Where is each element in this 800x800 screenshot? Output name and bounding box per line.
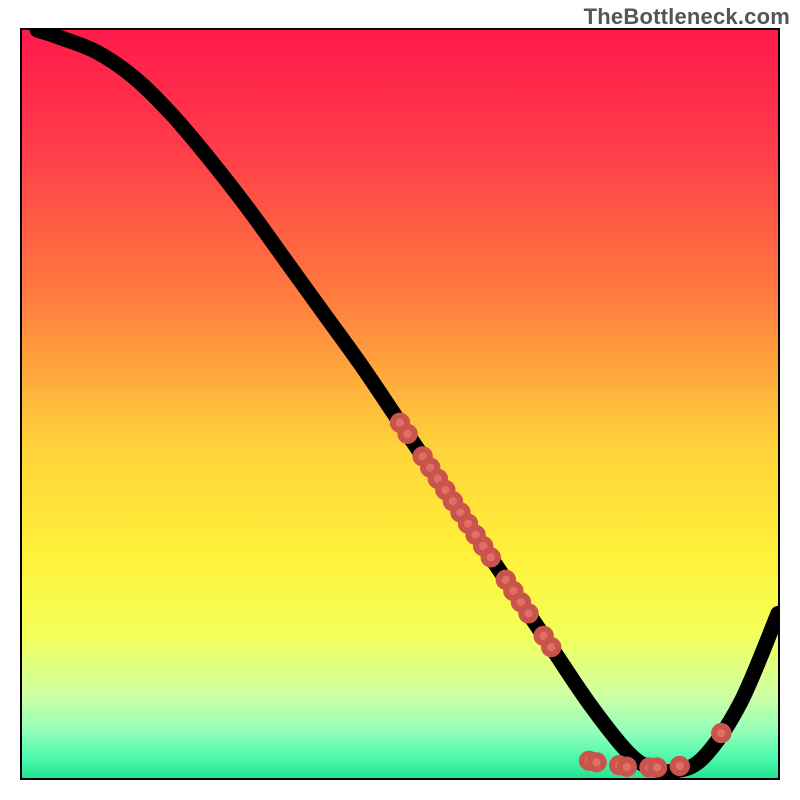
chart-canvas: TheBottleneck.com [0, 0, 800, 800]
chart-overlay [22, 30, 778, 778]
data-point [673, 759, 687, 773]
data-point [620, 760, 634, 774]
data-point [521, 606, 535, 620]
watermark-text: TheBottleneck.com [584, 4, 790, 30]
data-point [714, 726, 728, 740]
data-point [589, 755, 603, 769]
data-point [400, 427, 414, 441]
data-point [650, 760, 664, 774]
data-point [484, 550, 498, 564]
bottleneck-curve [37, 30, 778, 772]
scatter-points [393, 416, 729, 775]
plot-frame [20, 28, 780, 780]
data-point [544, 640, 558, 654]
